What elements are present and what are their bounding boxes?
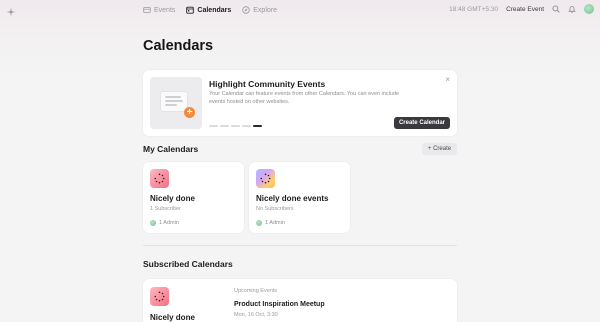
carousel-dot[interactable]	[242, 125, 251, 127]
carousel-dot[interactable]	[209, 125, 218, 127]
highlight-illustration: +	[150, 77, 202, 129]
event-title-link[interactable]: Product Inspiration Meetup	[234, 301, 325, 308]
create-event-link[interactable]: Create Event	[506, 6, 544, 13]
clock-text: 18:48 GMT+5:30	[449, 5, 499, 13]
calendar-avatar-icon	[256, 169, 275, 188]
close-icon[interactable]: ×	[445, 76, 450, 84]
event-time: Mon, 16 Oct, 3:30	[234, 312, 278, 318]
highlight-community-events-card: + Highlight Community Events Your Calend…	[143, 70, 457, 136]
calendar-card-nicely-done[interactable]: Nicely done 1 Subscriber 1 Admin	[143, 162, 244, 233]
carousel-dot[interactable]	[220, 125, 229, 127]
subscribed-calendars-heading: Subscribed Calendars	[143, 259, 233, 269]
nav-item-events[interactable]: Events	[143, 4, 175, 16]
plus-badge-icon: +	[184, 107, 195, 118]
carousel-dot[interactable]	[231, 125, 240, 127]
create-calendar-small-button[interactable]: + Create	[422, 143, 457, 155]
topbar-right: 18:48 GMT+5:30 Create Event	[449, 4, 594, 14]
section-divider	[143, 245, 457, 246]
calendar-card-nicely-done-events[interactable]: Nicely done events No Subscribers 1 Admi…	[249, 162, 350, 233]
calendar-avatar-icon	[150, 287, 169, 306]
upcoming-events-label: Upcoming Events	[234, 288, 278, 294]
admin-avatar	[256, 220, 262, 226]
admin-info: 1 Admin	[150, 220, 179, 226]
admin-count: 1 Admin	[265, 220, 285, 226]
top-bar: Events Calendars Explore 18:48 GMT+5:30 …	[0, 0, 600, 22]
bell-icon[interactable]	[568, 5, 576, 13]
nav-label-explore: Explore	[253, 6, 277, 14]
search-icon[interactable]	[552, 5, 560, 13]
calendar-name: Nicely done	[150, 194, 195, 203]
create-calendar-button[interactable]: Create Calendar	[393, 117, 450, 129]
admin-avatar	[150, 220, 156, 226]
subscriber-count: 1 Subscriber	[150, 206, 181, 212]
nav-label-calendars: Calendars	[197, 6, 232, 14]
nav-item-calendars[interactable]: Calendars	[186, 4, 231, 16]
subscribed-calendar-card[interactable]: Nicely done Upcoming Events Product Insp…	[143, 279, 457, 322]
admin-count: 1 Admin	[159, 220, 179, 226]
calendar-avatar-icon	[150, 169, 169, 188]
carousel-dot-active[interactable]	[253, 125, 262, 127]
admin-info: 1 Admin	[256, 220, 285, 226]
calendar-name: Nicely done events	[256, 194, 329, 203]
my-calendars-heading: My Calendars	[143, 144, 199, 154]
page-title: Calendars	[143, 38, 214, 54]
main-nav: Events Calendars Explore	[143, 4, 277, 16]
ticket-icon	[143, 7, 151, 13]
subscriber-count: No Subscribers	[256, 206, 294, 212]
highlight-title: Highlight Community Events	[209, 79, 326, 89]
compass-icon	[242, 6, 250, 14]
carousel-indicators	[209, 125, 262, 127]
nav-label-events: Events	[154, 6, 176, 14]
sparkle-logo-icon[interactable]	[6, 4, 16, 17]
nav-item-explore[interactable]: Explore	[242, 4, 277, 16]
calendar-icon	[186, 6, 195, 14]
document-illustration-icon	[161, 92, 187, 111]
calendar-name: Nicely done	[150, 313, 195, 322]
user-avatar[interactable]	[584, 4, 594, 14]
highlight-description: Your Calendar can feature events from ot…	[209, 91, 399, 105]
